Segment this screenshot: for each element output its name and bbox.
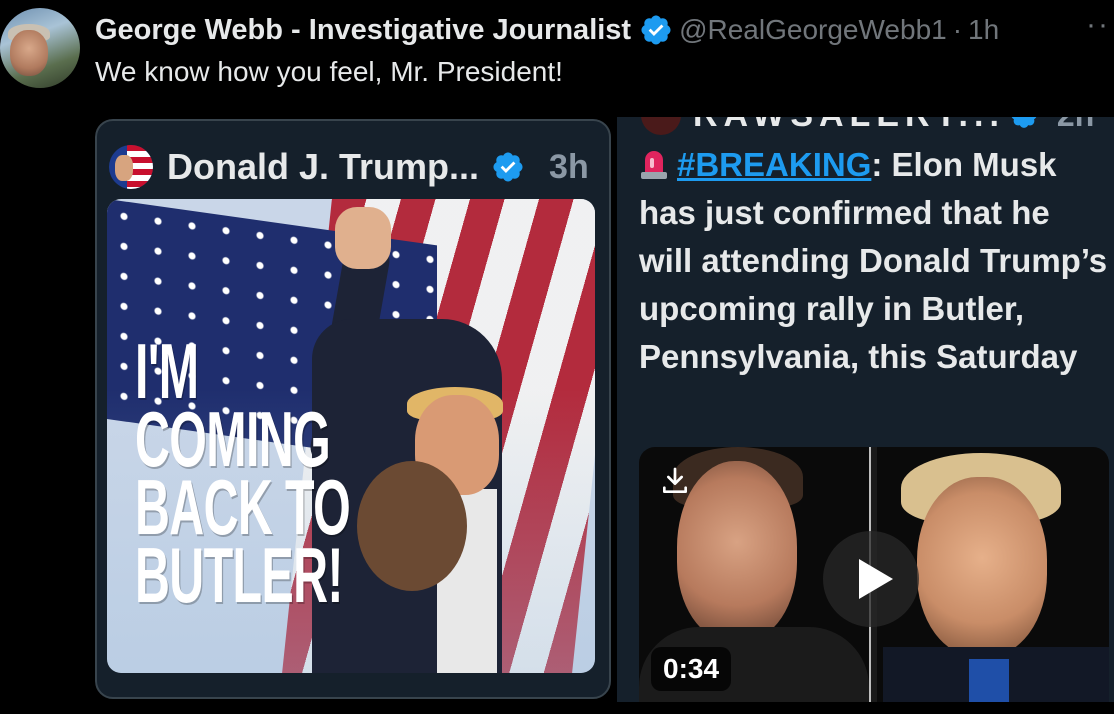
- raised-fist: [335, 207, 391, 269]
- quoted-post-time[interactable]: 2h: [1057, 117, 1094, 134]
- poster-line-4: BUTLER!: [135, 531, 343, 619]
- poster-headline: I'M COMING BACK TO BUTLER!: [135, 332, 351, 619]
- media-grid: Donald J. Trump... 3h I'M COMING BACK TO…: [95, 117, 1114, 702]
- separator-dot: ·: [952, 14, 963, 45]
- breaking-hashtag[interactable]: #BREAKING: [677, 146, 871, 183]
- quoted-card-breaking[interactable]: RAWSALERT... 2h #BREAKING: Elon Musk has…: [617, 117, 1114, 702]
- breaking-text: #BREAKING: Elon Musk has just confirmed …: [639, 141, 1109, 381]
- quoted-post-time[interactable]: 3h: [549, 148, 589, 187]
- quoted-card-header: Donald J. Trump... 3h: [109, 143, 589, 191]
- quoted-card-header-cut: RAWSALERT... 2h: [641, 117, 1094, 135]
- right-portrait-tie: [969, 659, 1009, 702]
- post-text: We know how you feel, Mr. President!: [95, 56, 563, 87]
- siren-icon: [641, 151, 667, 179]
- verified-badge-icon: [493, 152, 523, 182]
- video-duration: 0:34: [651, 647, 732, 691]
- video-thumbnail[interactable]: 0:34: [639, 447, 1109, 702]
- avatar-face: [10, 30, 48, 76]
- quoted-card-trump[interactable]: Donald J. Trump... 3h I'M COMING BACK TO…: [95, 119, 611, 699]
- quoted-author-avatar[interactable]: [109, 145, 153, 189]
- play-icon: [859, 559, 893, 599]
- quoted-author-avatar[interactable]: [641, 117, 681, 135]
- author-avatar[interactable]: [0, 8, 80, 88]
- post-time[interactable]: 1h: [968, 14, 999, 46]
- quoted-author-name[interactable]: RAWSALERT...: [693, 117, 1005, 135]
- more-icon[interactable]: ··: [1086, 8, 1110, 42]
- post-header: George Webb - Investigative Journalist @…: [95, 12, 999, 48]
- play-button[interactable]: [823, 531, 919, 627]
- verified-badge-icon[interactable]: [639, 13, 673, 47]
- download-icon[interactable]: [659, 465, 691, 497]
- author-handle[interactable]: @RealGeorgeWebb1: [679, 14, 947, 46]
- quoted-author-name[interactable]: Donald J. Trump...: [167, 146, 479, 188]
- author-name[interactable]: George Webb - Investigative Journalist: [95, 14, 631, 47]
- verified-badge-icon: [1011, 117, 1037, 128]
- rally-poster-image[interactable]: I'M COMING BACK TO BUTLER!: [107, 199, 595, 673]
- right-portrait-face: [917, 477, 1047, 657]
- left-portrait-face: [677, 461, 797, 641]
- foreground-head: [357, 461, 467, 591]
